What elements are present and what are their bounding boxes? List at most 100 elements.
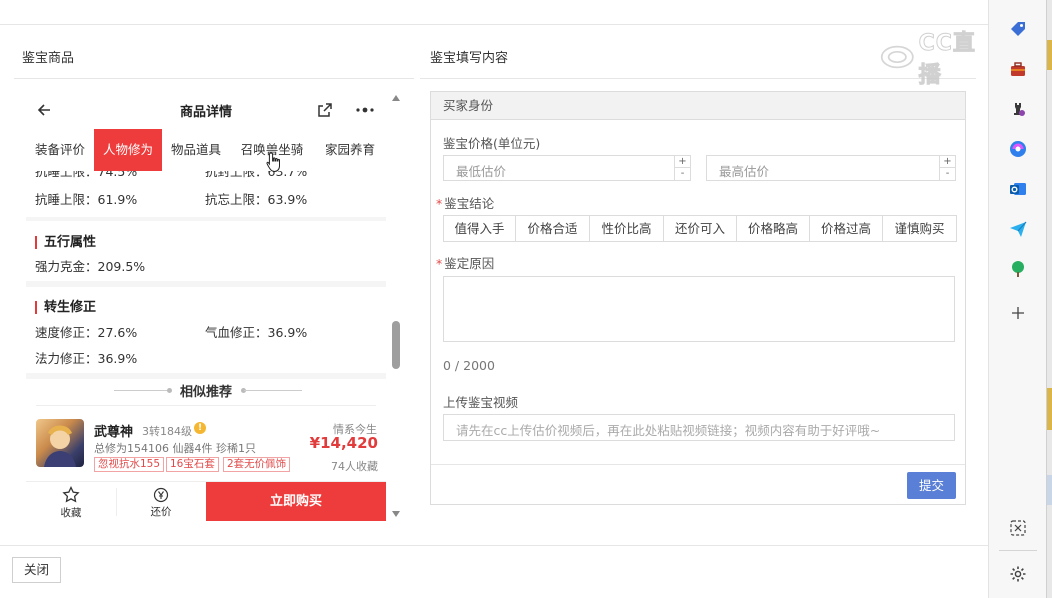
video-link-input[interactable]: 请先在cc上传估价视频后，再在此处粘贴视频链接；视频内容有助于好评哦~: [443, 414, 955, 441]
preview-scrollbar[interactable]: [389, 91, 403, 521]
detail-tabs: 装备评价 人物修为 物品道具 召唤兽坐骑 家园养育: [26, 129, 386, 171]
yen-circle-icon: [116, 482, 206, 504]
screen: 鉴宝商品 鉴宝填写内容 商品详情 装备评价 人物修为 物品道具 召唤兽坐骑 家园…: [0, 0, 1052, 598]
reason-counter: 0 / 2000: [443, 358, 495, 373]
side-dock: [988, 0, 1046, 598]
conclusion-option-3[interactable]: 性价比高: [590, 216, 664, 241]
chess-piece-icon[interactable]: [1007, 98, 1029, 120]
rec-tag-2: 16宝石套: [166, 457, 219, 472]
rec-tag-3: 2套无价佩饰: [223, 457, 291, 472]
star-icon: [26, 482, 116, 504]
left-section-divider: [14, 78, 414, 79]
conclusion-option-4[interactable]: 还价可入: [664, 216, 737, 241]
recommend-card: 相似推荐 武尊神 3转184级 ! 情系今生 总修为154106 仙器4件 珍稀…: [26, 379, 386, 481]
rec-level: 3转184级: [142, 425, 192, 438]
appraisal-dialog: 鉴宝商品 鉴宝填写内容 商品详情 装备评价 人物修为 物品道具 召唤兽坐骑 家园…: [0, 0, 988, 598]
rec-name[interactable]: 武尊神: [94, 421, 133, 440]
copilot-icon[interactable]: [1007, 138, 1029, 160]
info-icon[interactable]: !: [194, 422, 206, 434]
max-price-stepper[interactable]: + -: [939, 156, 955, 180]
appraisal-form: 买家身份 鉴宝价格(单位元) 最低估价 + - 最高估价 + - * 鉴宝结论 值得入…: [430, 91, 966, 505]
more-icon[interactable]: [354, 99, 376, 121]
hand-cursor-icon: [266, 151, 284, 173]
favorite-button[interactable]: 收藏: [26, 482, 116, 521]
right-section-title: 鉴宝填写内容: [430, 51, 509, 66]
tab-home[interactable]: 家园养育: [314, 129, 386, 171]
price-label: 鉴宝价格(单位元): [443, 136, 541, 151]
resist-partial-left: 抗睡上限：74.5%: [35, 171, 138, 179]
max-price-placeholder: 最高估价: [719, 164, 770, 179]
conclusion-label: * 鉴宝结论: [436, 193, 494, 212]
max-price-input[interactable]: 最高估价 + -: [706, 155, 956, 181]
min-price-placeholder: 最低估价: [456, 164, 507, 179]
conclusion-option-2[interactable]: 价格合适: [516, 216, 590, 241]
left-section-title: 鉴宝商品: [22, 51, 75, 66]
detail-scroll-area[interactable]: 抗睡上限：74.5% 抗封上限：63.7% 抗睡上限：61.9% 抗忘上限：63…: [26, 171, 386, 481]
min-price-stepper[interactable]: + -: [674, 156, 690, 180]
tree-icon[interactable]: [1007, 258, 1029, 280]
edge-marker: [1047, 40, 1052, 70]
bargain-label: 还价: [150, 506, 172, 518]
rec-favorites: 74人收藏: [331, 460, 378, 473]
scroll-up-icon[interactable]: [392, 95, 400, 101]
video-label: 上传鉴宝视频: [443, 395, 519, 410]
watermark-logo-icon: [880, 45, 914, 69]
hp-correction: 气血修正：36.9%: [205, 325, 308, 340]
tag-icon[interactable]: [1007, 18, 1029, 40]
wuxing-title: 五行属性: [35, 236, 96, 249]
rec-tag-1: 忽视抗水155: [94, 457, 165, 472]
form-footer-divider: [431, 464, 965, 465]
dialog-footer-divider: [0, 545, 988, 546]
buy-now-button[interactable]: 立即购买: [206, 482, 386, 521]
outlook-icon[interactable]: [1007, 178, 1029, 200]
rec-stats: 总修为154106 仙器4件 珍稀1只: [94, 442, 256, 455]
plus-icon[interactable]: +: [675, 156, 690, 168]
wuxing-card: 五行属性 强力克金：209.5%: [26, 221, 386, 281]
resist-left: 抗睡上限：61.9%: [35, 192, 138, 207]
plus-icon[interactable]: +: [940, 156, 955, 168]
tab-items[interactable]: 物品道具: [162, 129, 230, 171]
edge-marker: [1047, 388, 1052, 430]
conclusion-option-1[interactable]: 值得入手: [444, 216, 516, 241]
dialog-top-bar: [0, 0, 988, 25]
screenshot-icon[interactable]: [1007, 517, 1029, 539]
required-mark: *: [436, 256, 443, 271]
conclusion-options: 值得入手 价格合适 性价比高 还价可入 价格略高 价格过高 谨慎购买: [443, 215, 957, 242]
conclusion-label-text: 鉴宝结论: [444, 196, 495, 211]
gear-icon[interactable]: [1007, 563, 1029, 585]
close-button[interactable]: 关闭: [12, 557, 61, 583]
min-price-input[interactable]: 最低估价 + -: [443, 155, 691, 181]
scroll-down-icon[interactable]: [392, 511, 400, 517]
phone-bottom-bar: 收藏 还价 立即购买: [26, 481, 386, 521]
resist-card: 抗睡上限：74.5% 抗封上限：63.7% 抗睡上限：61.9% 抗忘上限：63…: [26, 171, 386, 217]
tab-character[interactable]: 人物修为: [94, 129, 162, 171]
reason-label: * 鉴定原因: [436, 253, 494, 272]
add-icon[interactable]: [1007, 302, 1029, 324]
briefcase-icon[interactable]: [1007, 58, 1029, 80]
conclusion-option-6[interactable]: 价格过高: [810, 216, 883, 241]
dock-divider: [999, 550, 1037, 551]
video-link-placeholder: 请先在cc上传估价视频后，再在此处粘贴视频链接；视频内容有助于好评哦~: [456, 423, 881, 438]
wuxing-item: 强力克金：209.5%: [35, 259, 146, 274]
avatar[interactable]: [36, 419, 84, 467]
recommend-title: 相似推荐: [179, 385, 232, 400]
minus-icon[interactable]: -: [675, 168, 690, 180]
recommend-line-right: [244, 390, 302, 391]
send-icon[interactable]: [1007, 218, 1029, 240]
zhuansheng-card: 转生修正 速度修正：27.6% 气血修正：36.9% 法力修正：36.9%: [26, 287, 386, 373]
submit-button[interactable]: 提交: [907, 472, 956, 499]
watermark: CC直播: [880, 31, 988, 89]
rec-price: ¥14,420: [309, 434, 378, 452]
bargain-button[interactable]: 还价: [116, 482, 206, 521]
minus-icon[interactable]: -: [940, 168, 955, 180]
window-edge: [1046, 0, 1052, 598]
scroll-thumb[interactable]: [392, 321, 400, 369]
mana-correction: 法力修正：36.9%: [35, 351, 138, 366]
tab-equipment[interactable]: 装备评价: [26, 129, 94, 171]
share-icon[interactable]: [314, 99, 336, 121]
reason-textarea[interactable]: [443, 276, 955, 342]
resist-right: 抗忘上限：63.9%: [205, 192, 308, 207]
conclusion-option-7[interactable]: 谨慎购买: [883, 216, 956, 241]
conclusion-option-5[interactable]: 价格略高: [737, 216, 810, 241]
speed-correction: 速度修正：27.6%: [35, 325, 138, 340]
